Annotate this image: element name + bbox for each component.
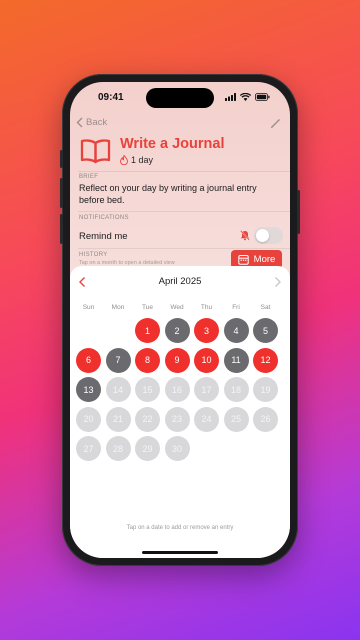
- back-label: Back: [86, 117, 108, 128]
- signal-icon: [225, 93, 236, 101]
- calendar-day-21[interactable]: 21: [105, 406, 131, 432]
- calendar-day-6[interactable]: 6: [76, 347, 101, 373]
- calendar-day-5[interactable]: 5: [253, 318, 278, 343]
- calendar-day-19[interactable]: 19: [253, 377, 278, 402]
- notifications-section-label: NOTIFICATIONS: [79, 215, 129, 221]
- calendar-day-14[interactable]: 14: [105, 377, 131, 402]
- dynamic-island: [146, 88, 214, 108]
- calendar-day-16[interactable]: 16: [164, 377, 190, 402]
- calendar-day-8[interactable]: 8: [135, 347, 160, 373]
- weekday-mon: Mon: [111, 304, 125, 311]
- month-title: April 2025: [158, 276, 202, 287]
- weekday-tue: Tue: [142, 304, 153, 311]
- calendar-day-28[interactable]: 28: [105, 436, 131, 461]
- calendar-day-22[interactable]: 22: [135, 406, 160, 432]
- calendar-day-3[interactable]: 3: [194, 318, 219, 343]
- calendar-day-10[interactable]: 10: [194, 347, 219, 373]
- calendar-day-27[interactable]: 27: [76, 436, 101, 461]
- calendar-day-11[interactable]: 11: [223, 347, 249, 373]
- habit-header: Write a Journal 1 day: [80, 136, 280, 168]
- next-month-button[interactable]: [274, 275, 282, 293]
- calendar-day-17[interactable]: 17: [194, 377, 219, 402]
- weekday-wed: Wed: [170, 304, 184, 311]
- divider: [78, 211, 290, 212]
- divider: [78, 171, 290, 172]
- brief-section-label: BRIEF: [79, 174, 99, 180]
- calendar-day-9[interactable]: 9: [164, 347, 190, 373]
- calendar-day-2[interactable]: 2: [164, 318, 190, 343]
- history-section-label: HISTORY: [79, 252, 108, 258]
- calendar-day-18[interactable]: 18: [223, 377, 249, 402]
- mute-switch: [60, 150, 63, 168]
- volume-up-button: [60, 178, 63, 208]
- divider: [78, 248, 290, 249]
- status-icons: [225, 93, 270, 101]
- weekday-thu: Thu: [200, 304, 213, 311]
- status-time: 09:41: [98, 92, 124, 103]
- weekday-header: Sun Mon Tue Wed Thu Fri Sat: [76, 304, 284, 314]
- home-indicator: [142, 551, 218, 554]
- calendar-day-7[interactable]: 7: [105, 347, 131, 373]
- chevron-left-icon: [76, 117, 83, 128]
- streak-counter: 1 day: [120, 155, 153, 165]
- pencil-icon: [271, 119, 280, 128]
- calendar-day-30[interactable]: 30: [164, 436, 190, 461]
- calendar-day-1[interactable]: 1: [135, 318, 160, 343]
- brief-text: Reflect on your day by writing a journal…: [79, 183, 257, 205]
- calendar-day-15[interactable]: 15: [135, 377, 160, 402]
- calendar-day-20[interactable]: 20: [76, 406, 101, 432]
- flame-icon: [120, 155, 128, 165]
- calendar-sheet: April 2025 Sun Mon Tue Wed Thu Fri Sat 1234567…: [70, 266, 290, 558]
- calendar-day-24[interactable]: 24: [194, 406, 219, 432]
- weekday-sat: Sat: [260, 304, 271, 311]
- habit-title: Write a Journal: [120, 136, 225, 152]
- more-label: More: [253, 254, 276, 265]
- back-button[interactable]: Back: [76, 117, 107, 128]
- calendar-day-25[interactable]: 25: [223, 406, 249, 432]
- weekday-sun: Sun: [82, 304, 95, 311]
- remind-me-label: Remind me: [79, 231, 128, 242]
- calendar-footer-hint: Tap on a date to add or remove an entry: [126, 525, 234, 531]
- bell-slash-icon: [240, 230, 250, 241]
- edit-button[interactable]: [270, 116, 281, 134]
- month-navigation: April 2025: [70, 274, 290, 290]
- app-screen: 09:41 Back Write a Journal 1 day BRIEF R…: [70, 82, 290, 558]
- calendar-grid: 1 2 3 4 5 6 7 8 9 10 11 12 13 14 15 16 17 18 19 20 21 22 23 24 2…: [76, 318, 284, 468]
- remind-me-toggle[interactable]: [254, 227, 283, 244]
- calendar-day-4[interactable]: 4: [223, 318, 249, 343]
- chevron-right-icon: [275, 277, 281, 287]
- volume-down-button: [60, 214, 63, 244]
- navigation-bar: Back: [70, 115, 290, 131]
- wifi-icon: [240, 93, 251, 101]
- toggle-knob: [256, 229, 269, 242]
- calendar-day-26[interactable]: 26: [253, 406, 278, 432]
- calendar-day-12[interactable]: 12: [253, 347, 278, 373]
- power-button: [297, 190, 300, 234]
- calendar-day-29[interactable]: 29: [135, 436, 160, 461]
- battery-icon: [255, 93, 270, 101]
- calendar-day-13[interactable]: 13: [76, 377, 101, 402]
- book-icon: [80, 139, 111, 164]
- calendar-day-23[interactable]: 23: [164, 406, 190, 432]
- calendar-icon: [237, 255, 249, 265]
- weekday-fri: Fri: [232, 304, 240, 311]
- streak-label: 1 day: [131, 155, 154, 165]
